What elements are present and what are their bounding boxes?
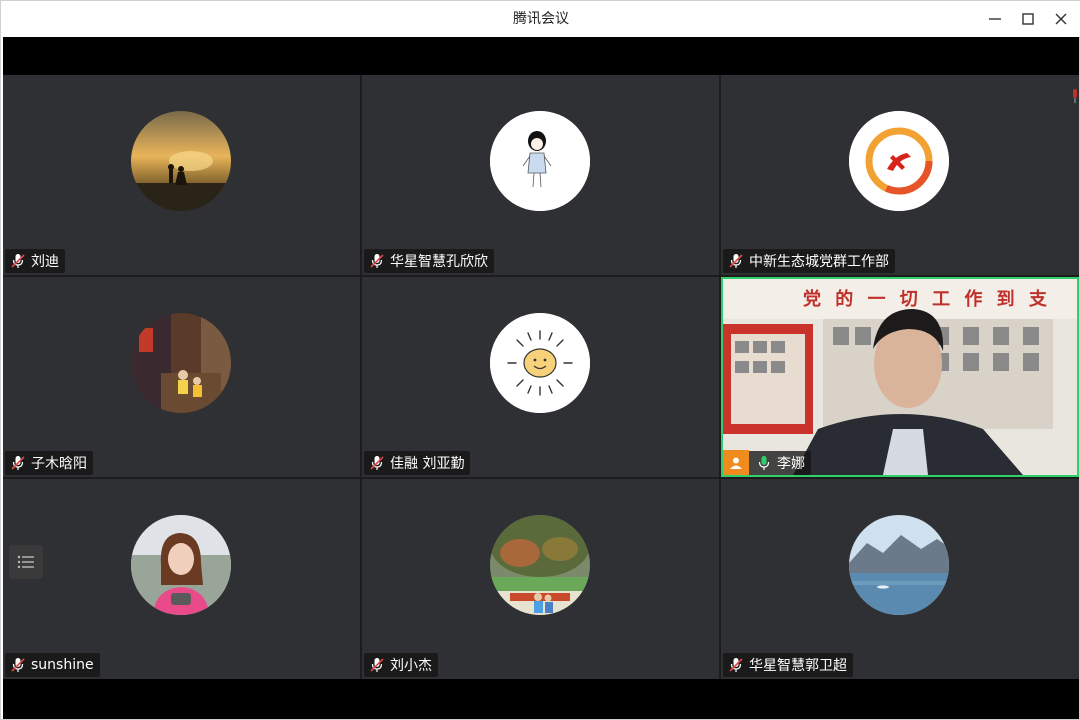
mic-muted-icon xyxy=(368,251,386,271)
bottom-toolbar-area xyxy=(3,679,1079,719)
participant-name: 华星智慧郭卫超 xyxy=(749,658,847,674)
host-badge-icon xyxy=(723,450,749,475)
participant-name: 子木晗阳 xyxy=(31,456,87,472)
participant-nametag: 刘小杰 xyxy=(364,653,438,677)
participant-avatar xyxy=(849,111,949,211)
participant-nametag: 李娜 xyxy=(723,450,811,475)
participant-nametag: 华星智慧孔欣欣 xyxy=(364,249,494,273)
participant-nametag: 佳融 刘亚勤 xyxy=(364,451,471,475)
mic-muted-icon xyxy=(368,453,386,473)
mic-muted-icon xyxy=(9,655,27,675)
participant-nametag: sunshine xyxy=(5,653,100,677)
mic-muted-icon xyxy=(9,251,27,271)
title-bar: 腾讯会议 xyxy=(1,1,1080,37)
window-title: 腾讯会议 xyxy=(513,11,569,27)
participant-tile[interactable]: 刘小杰 xyxy=(362,479,719,679)
participant-tile[interactable]: 子木晗阳 xyxy=(3,277,360,477)
participant-name: sunshine xyxy=(31,657,94,673)
participant-nametag: 中新生态城党群工作部 xyxy=(723,249,895,273)
mic-active-icon xyxy=(755,453,773,473)
participant-tile[interactable]: 华星智慧郭卫超 xyxy=(721,479,1079,679)
participant-tile[interactable]: 刘迪 xyxy=(3,75,360,275)
participant-name: 佳融 刘亚勤 xyxy=(390,456,465,472)
participant-tile[interactable]: 华星智慧孔欣欣 xyxy=(362,75,719,275)
participant-avatar xyxy=(490,313,590,413)
close-button[interactable] xyxy=(1047,5,1075,33)
participant-name: 刘小杰 xyxy=(390,658,432,674)
close-icon xyxy=(1055,13,1067,25)
mic-muted-icon xyxy=(727,655,745,675)
participant-avatar xyxy=(131,111,231,211)
mic-muted-icon xyxy=(727,251,745,271)
participant-avatar xyxy=(131,515,231,615)
participant-avatar xyxy=(490,515,590,615)
participant-name: 中新生态城党群工作部 xyxy=(749,254,889,270)
top-toolbar-area xyxy=(3,37,1079,75)
participant-list-toggle-button[interactable] xyxy=(9,545,43,579)
participant-tile[interactable]: sunshine xyxy=(3,479,360,679)
participant-nametag: 刘迪 xyxy=(5,249,65,273)
meeting-window: 腾讯会议 刘迪 华星智慧孔欣欣 中新生态城党群工作部 子木晗阳 佳融 刘亚勤 党… xyxy=(0,0,1080,720)
participant-grid: 刘迪 华星智慧孔欣欣 中新生态城党群工作部 子木晗阳 佳融 刘亚勤 党 的 一 … xyxy=(3,75,1079,679)
maximize-button[interactable] xyxy=(1014,5,1042,33)
participant-name: 华星智慧孔欣欣 xyxy=(390,254,488,270)
active-speaker-video-tile[interactable]: 党 的 一 切 工 作 到 支 李娜 xyxy=(721,277,1079,477)
participant-tile[interactable]: 佳融 刘亚勤 xyxy=(362,277,719,477)
participant-nametag: 华星智慧郭卫超 xyxy=(723,653,853,677)
list-icon xyxy=(17,555,34,569)
minimize-icon xyxy=(989,18,1001,20)
mic-muted-icon xyxy=(9,453,27,473)
participant-nametag: 子木晗阳 xyxy=(5,451,93,475)
mic-muted-icon xyxy=(368,655,386,675)
participant-tile[interactable]: 中新生态城党群工作部 xyxy=(721,75,1079,275)
participant-avatar xyxy=(849,515,949,615)
wall-banner-text: 党 的 一 切 工 作 到 支 xyxy=(803,289,1051,310)
side-panel-peek-icon[interactable] xyxy=(1071,87,1079,105)
participant-avatar xyxy=(131,313,231,413)
participant-name: 刘迪 xyxy=(31,254,59,270)
participant-avatar xyxy=(490,111,590,211)
maximize-icon xyxy=(1022,13,1034,25)
minimize-button[interactable] xyxy=(981,5,1009,33)
participant-name: 李娜 xyxy=(777,456,805,472)
